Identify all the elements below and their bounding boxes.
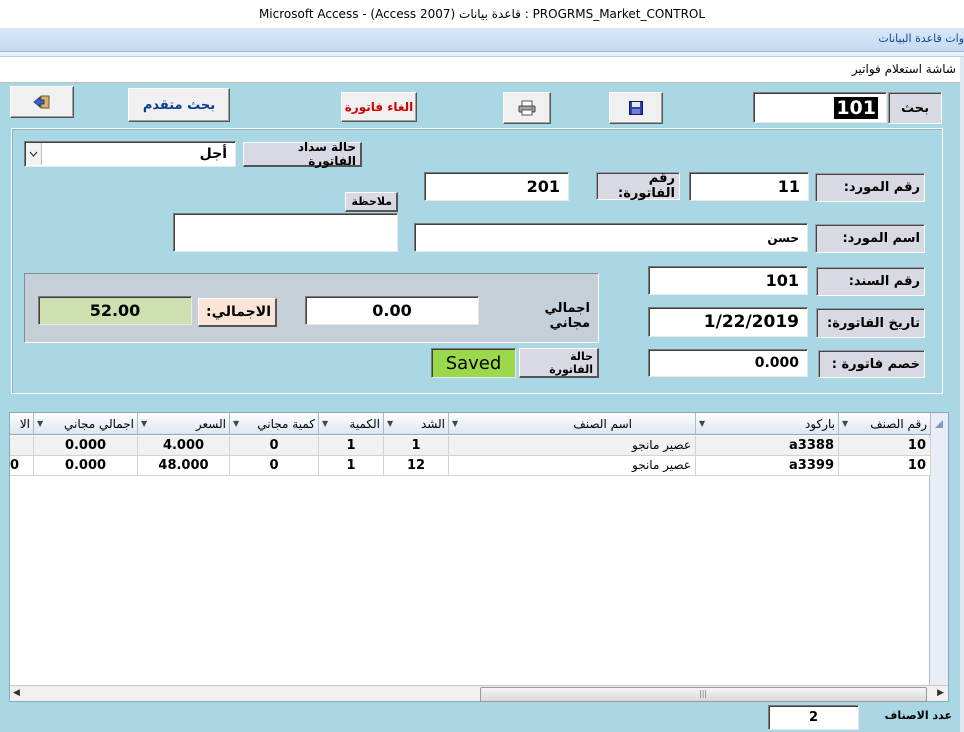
- exit-button[interactable]: [10, 86, 74, 118]
- total-value: 52.00: [89, 301, 141, 320]
- cell-quantity[interactable]: 1: [319, 436, 384, 455]
- voucher-number-value: 101: [765, 271, 799, 290]
- note-label: ملاحظة: [345, 192, 398, 212]
- cell-free-total[interactable]: 0.000: [34, 436, 138, 455]
- scroll-left-icon[interactable]: ◀: [13, 688, 20, 698]
- scrollbar-thumb[interactable]: |||: [480, 687, 927, 702]
- col-pack[interactable]: ▼ الشد: [384, 413, 449, 435]
- invoice-number-field[interactable]: 201: [424, 172, 569, 201]
- form-tab-label: شاشة استعلام فواتير: [851, 62, 956, 76]
- col-total[interactable]: الا: [10, 413, 34, 435]
- payment-status-select[interactable]: أجل: [24, 141, 236, 167]
- invoice-status-badge: Saved: [431, 348, 516, 378]
- col-item-name[interactable]: ▼ اسم الصنف: [449, 413, 696, 435]
- cancel-invoice-button[interactable]: الغاء فاتورة: [341, 92, 417, 122]
- discount-field[interactable]: 0.000: [648, 349, 808, 377]
- select-all-icon: [935, 420, 943, 428]
- table-row[interactable]: 10 a3388 عصير مانجو 1 1 0 4.000 0.000: [10, 436, 931, 456]
- advanced-search-button[interactable]: بحث متقدم: [128, 88, 230, 122]
- total-label: الاجمالي:: [198, 298, 277, 327]
- record-selector-column[interactable]: [929, 413, 948, 701]
- cell-barcode[interactable]: a3399: [696, 456, 839, 475]
- invoice-date-value: 1/22/2019: [703, 312, 799, 332]
- item-count-field: 2: [768, 705, 859, 730]
- dropdown-chevron-icon[interactable]: [26, 143, 42, 165]
- col-quantity[interactable]: ▼ الكمية: [319, 413, 384, 435]
- cell-price[interactable]: 48.000: [138, 456, 230, 475]
- search-input[interactable]: 101: [753, 92, 887, 123]
- invoice-number-label: رقم الفاتورة:: [596, 171, 680, 201]
- cell-item-no[interactable]: 10: [839, 436, 931, 455]
- payment-status-label: حالة سداد الفاتورة: [243, 140, 362, 168]
- discount-value: 0.000: [754, 355, 799, 371]
- col-barcode[interactable]: ▼ باركود: [696, 413, 839, 435]
- save-button[interactable]: [609, 92, 663, 124]
- free-total-value: 0.00: [372, 301, 412, 320]
- scroll-right-icon[interactable]: ▶: [937, 688, 944, 698]
- window-title: Microsoft Access - (Access 2007) قاعدة ب…: [0, 0, 964, 28]
- print-button[interactable]: [503, 92, 551, 124]
- exit-icon: [33, 95, 50, 109]
- table-row[interactable]: 10 a3399 عصير مانجو 12 1 0 48.000 0.000 …: [10, 456, 931, 476]
- cell-barcode[interactable]: a3388: [696, 436, 839, 455]
- cell-free-quantity[interactable]: 0: [230, 436, 319, 455]
- supplier-number-field[interactable]: 11: [689, 172, 809, 201]
- invoice-status-label: حالة الفاتورة: [519, 348, 599, 378]
- cell-item-no[interactable]: 10: [839, 456, 931, 475]
- invoice-date-field[interactable]: 1/22/2019: [648, 307, 808, 337]
- voucher-number-label: رقم السند:: [816, 267, 925, 296]
- payment-status-value: أجل: [199, 146, 227, 162]
- ribbon: وات قاعدة البيانات: [0, 28, 964, 52]
- print-icon: [518, 100, 536, 116]
- cell-total[interactable]: [10, 436, 34, 455]
- supplier-number-label: رقم المورد:: [815, 173, 925, 202]
- supplier-name-field[interactable]: حسن: [414, 223, 808, 252]
- cell-free-total[interactable]: 0.000: [34, 456, 138, 475]
- cell-item-name[interactable]: عصير مانجو: [449, 436, 696, 455]
- cell-quantity[interactable]: 1: [319, 456, 384, 475]
- ribbon-tab-database-tools[interactable]: وات قاعدة البيانات: [878, 32, 964, 45]
- discount-label: خصم فاتورة :: [818, 350, 925, 378]
- total-field[interactable]: 52.00: [38, 296, 192, 325]
- cell-item-name[interactable]: عصير مانجو: [449, 456, 696, 475]
- invoice-date-label: تاريخ الفاتورة:: [816, 308, 925, 338]
- invoice-items-grid: ▼ رقم الصنف ▼ باركود ▼ اسم الصنف ▼ الشد ▼ الك…: [9, 412, 949, 702]
- cell-pack[interactable]: 12: [384, 456, 449, 475]
- item-count-label: عدد الاصناف: [884, 709, 952, 722]
- invoice-number-value: 201: [526, 177, 560, 196]
- supplier-name-label: اسم المورد:: [815, 224, 925, 253]
- free-total-field[interactable]: 0.00: [305, 296, 479, 325]
- item-count-value: 2: [808, 710, 819, 725]
- col-free-total[interactable]: ▼ اجمالي مجاني: [34, 413, 138, 435]
- voucher-number-field[interactable]: 101: [648, 266, 808, 295]
- search-value: 101: [834, 96, 878, 119]
- supplier-number-value: 11: [777, 177, 800, 196]
- col-price[interactable]: ▼ السعر: [138, 413, 230, 435]
- search-label: بحث: [888, 92, 942, 124]
- window-edge: [960, 57, 964, 732]
- supplier-name-value: حسن: [767, 230, 799, 245]
- cell-total[interactable]: 0: [10, 456, 34, 475]
- form-tab[interactable]: شاشة استعلام فواتير: [0, 57, 960, 83]
- col-free-quantity[interactable]: ▼ كمية مجاني: [230, 413, 319, 435]
- grid-horizontal-scrollbar[interactable]: ◀ ||| ▶: [10, 685, 948, 702]
- invoice-status-value: Saved: [445, 352, 502, 374]
- cell-pack[interactable]: 1: [384, 436, 449, 455]
- col-item-no[interactable]: ▼ رقم الصنف: [839, 413, 931, 435]
- free-total-label: اجمالي مجاني: [544, 301, 590, 331]
- note-field[interactable]: [173, 213, 398, 252]
- cell-free-quantity[interactable]: 0: [230, 456, 319, 475]
- save-icon: [629, 101, 643, 115]
- cell-price[interactable]: 4.000: [138, 436, 230, 455]
